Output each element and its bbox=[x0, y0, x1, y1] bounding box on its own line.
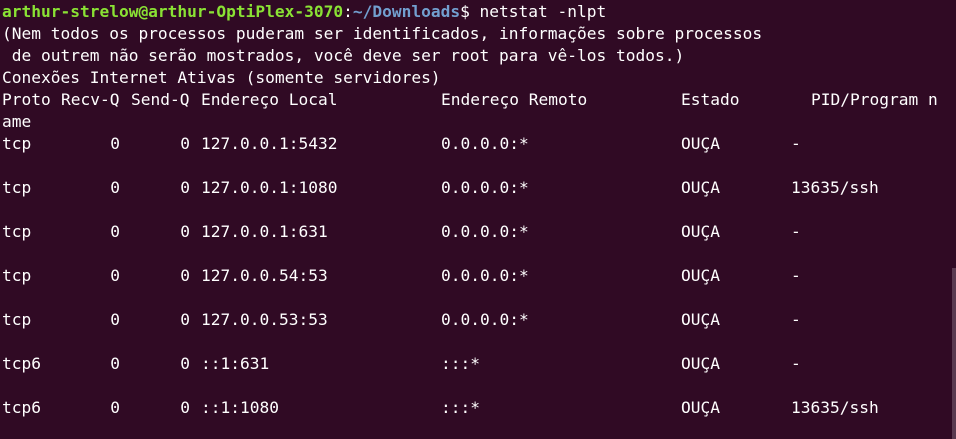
cell-remote: :::* bbox=[441, 398, 480, 417]
terminal-window[interactable]: arthur-strelow@arthur-OptiPlex-3070:~/Do… bbox=[0, 0, 956, 439]
cell-recvq: 0 bbox=[110, 398, 120, 417]
cell-proto: tcp bbox=[2, 178, 32, 197]
header-state: Estado bbox=[681, 90, 740, 109]
prompt-path: ~/Downloads bbox=[352, 2, 461, 21]
cell-sendq: 0 bbox=[180, 354, 190, 373]
cell-local: 127.0.0.1:631 bbox=[201, 222, 328, 241]
cell-remote: :::* bbox=[441, 354, 480, 373]
cell-sendq: 0 bbox=[180, 310, 190, 329]
cell-local: 127.0.0.53:53 bbox=[201, 310, 328, 329]
header-pid-wrap: ame bbox=[2, 112, 32, 131]
prompt-line: arthur-strelow@arthur-OptiPlex-3070:~/Do… bbox=[2, 1, 606, 23]
scrollbar[interactable] bbox=[952, 268, 956, 439]
cell-recvq: 0 bbox=[110, 266, 120, 285]
cell-proto: tcp6 bbox=[2, 398, 41, 417]
cell-remote: 0.0.0.0:* bbox=[441, 310, 529, 329]
cell-state: OUÇA bbox=[681, 398, 720, 417]
cell-proto: tcp bbox=[2, 222, 32, 241]
cell-recvq: 0 bbox=[110, 134, 120, 153]
cell-local: 127.0.0.1:5432 bbox=[201, 134, 338, 153]
header-recvq: Recv-Q bbox=[61, 90, 120, 109]
cell-state: OUÇA bbox=[681, 178, 720, 197]
cell-remote: 0.0.0.0:* bbox=[441, 134, 529, 153]
cell-recvq: 0 bbox=[110, 222, 120, 241]
cell-proto: tcp6 bbox=[2, 354, 41, 373]
cell-recvq: 0 bbox=[110, 354, 120, 373]
cell-pid: 13635/ssh bbox=[791, 178, 879, 197]
header-sendq: Send-Q bbox=[131, 90, 190, 109]
header-proto: Proto bbox=[2, 90, 51, 109]
header-pid: PID/Program n bbox=[811, 90, 938, 109]
cell-local: ::1:631 bbox=[201, 354, 270, 373]
cell-local: 127.0.0.54:53 bbox=[201, 266, 328, 285]
cell-pid: 13635/ssh bbox=[791, 398, 879, 417]
cell-remote: 0.0.0.0:* bbox=[441, 266, 529, 285]
cell-sendq: 0 bbox=[180, 266, 190, 285]
cell-sendq: 0 bbox=[180, 134, 190, 153]
cell-pid: - bbox=[791, 134, 801, 153]
cell-pid: - bbox=[791, 266, 801, 285]
cell-pid: - bbox=[791, 354, 801, 373]
notice-line-3: Conexões Internet Ativas (somente servid… bbox=[2, 68, 441, 87]
cell-state: OUÇA bbox=[681, 310, 720, 329]
prompt-user-host: arthur-strelow@arthur-OptiPlex-3070 bbox=[2, 2, 344, 21]
notice-line-2: de outrem não serão mostrados, você deve… bbox=[2, 46, 685, 65]
cell-pid: - bbox=[791, 222, 801, 241]
header-remote: Endereço Remoto bbox=[441, 90, 588, 109]
cell-state: OUÇA bbox=[681, 134, 720, 153]
cell-recvq: 0 bbox=[110, 310, 120, 329]
cell-sendq: 0 bbox=[180, 222, 190, 241]
cell-remote: 0.0.0.0:* bbox=[441, 178, 529, 197]
cell-proto: tcp bbox=[2, 266, 32, 285]
cell-remote: 0.0.0.0:* bbox=[441, 222, 529, 241]
cell-recvq: 0 bbox=[110, 178, 120, 197]
notice-line-1: (Nem todos os processos puderam ser iden… bbox=[2, 24, 763, 43]
header-local: Endereço Local bbox=[201, 90, 338, 109]
prompt-symbol: $ bbox=[460, 2, 470, 21]
cell-proto: tcp bbox=[2, 310, 32, 329]
cell-state: OUÇA bbox=[681, 222, 720, 241]
cell-state: OUÇA bbox=[681, 354, 720, 373]
prompt-command: netstat -nlpt bbox=[469, 2, 607, 21]
cell-state: OUÇA bbox=[681, 266, 720, 285]
cell-sendq: 0 bbox=[180, 178, 190, 197]
cell-sendq: 0 bbox=[180, 398, 190, 417]
cell-pid: - bbox=[791, 310, 801, 329]
prompt-separator: : bbox=[343, 2, 353, 21]
cell-local: 127.0.0.1:1080 bbox=[201, 178, 338, 197]
cell-local: ::1:1080 bbox=[201, 398, 279, 417]
cell-proto: tcp bbox=[2, 134, 32, 153]
